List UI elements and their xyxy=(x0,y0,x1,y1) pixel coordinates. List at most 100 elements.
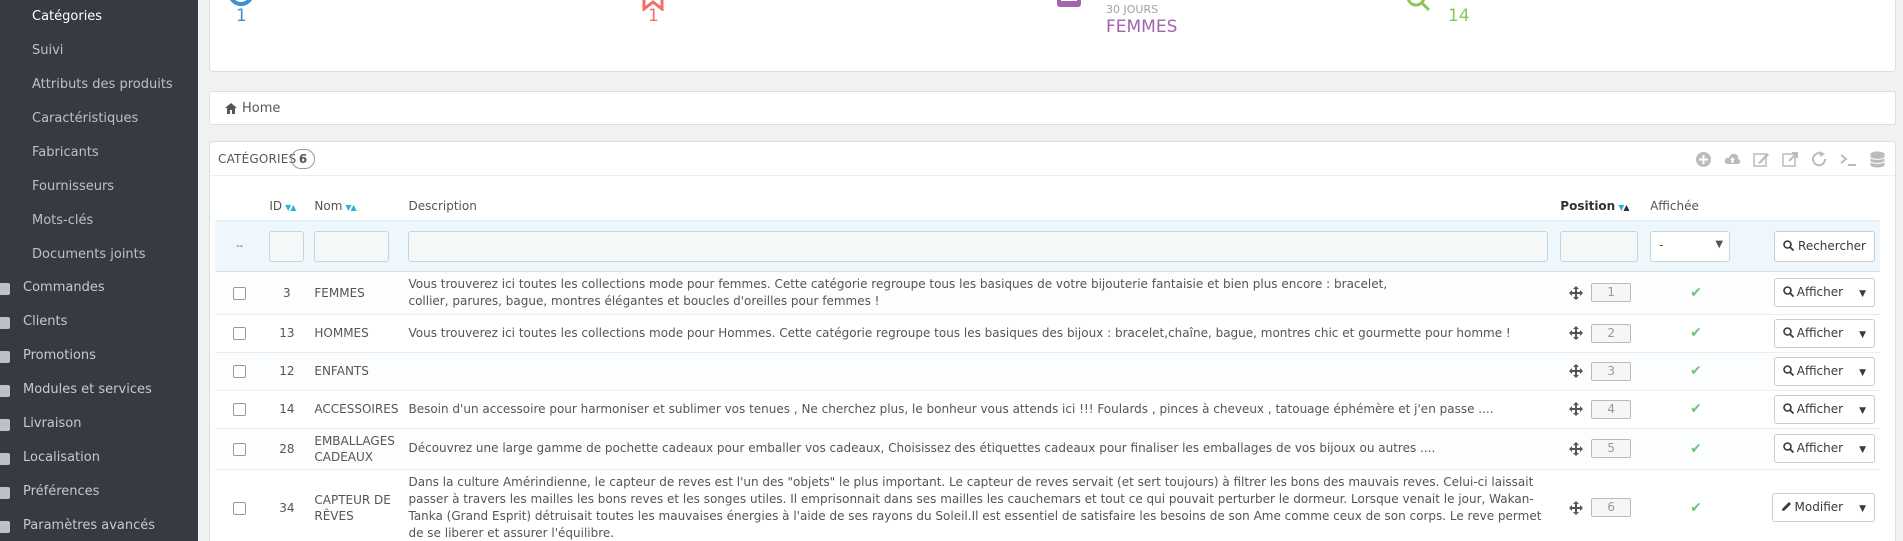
header-id[interactable]: ID ▼▲ xyxy=(264,191,310,222)
sidebar-item-suivi[interactable]: Suivi xyxy=(32,43,63,58)
sidebar-item-livraison[interactable]: Livraison xyxy=(0,408,198,442)
table-row[interactable]: 13 HOMMES Vous trouverez ici toutes les … xyxy=(215,314,1880,353)
filter-id-input[interactable] xyxy=(269,230,305,262)
check-icon[interactable]: ✔ xyxy=(1690,325,1702,341)
move-arrows-icon[interactable] xyxy=(1569,364,1584,378)
panel-header: CATÉGORIES 6 xyxy=(210,142,1895,176)
row-description xyxy=(403,352,1556,391)
move-arrows-icon[interactable] xyxy=(1569,441,1584,456)
header-name[interactable]: Nom ▼▲ xyxy=(309,191,404,222)
row-description: Vous trouverez ici toutes les collection… xyxy=(403,271,1556,315)
row-edit-button[interactable]: Modifier ▼ xyxy=(1771,493,1875,523)
sidebar-item-clients[interactable]: Clients xyxy=(0,306,198,340)
table-row[interactable]: 34 CAPTEUR DE RÊVES Dans la culture Amér… xyxy=(215,469,1880,541)
zoom-icon xyxy=(1782,364,1794,376)
filter-description-input[interactable] xyxy=(408,230,1549,262)
filter-position-input[interactable] xyxy=(1560,230,1639,262)
zoom-icon xyxy=(1782,402,1794,414)
move-arrows-icon[interactable] xyxy=(1569,402,1584,416)
sidebar-item-promotions[interactable]: Promotions xyxy=(0,340,198,374)
move-arrows-icon[interactable] xyxy=(1569,500,1584,515)
check-icon[interactable]: ✔ xyxy=(1690,401,1702,417)
globe-icon xyxy=(0,453,10,465)
row-checkbox[interactable] xyxy=(233,365,247,378)
check-icon[interactable]: ✔ xyxy=(1690,441,1702,457)
sidebar-item-modules[interactable]: Modules et services xyxy=(0,374,198,408)
caret-down-icon[interactable]: ▼ xyxy=(1851,281,1874,308)
terminal-icon[interactable] xyxy=(1840,151,1857,168)
header-select xyxy=(215,191,265,222)
row-view-button[interactable]: Afficher ▼ xyxy=(1773,394,1875,425)
row-checkbox[interactable] xyxy=(233,403,247,416)
sidebar-item-fabricants[interactable]: Fabricants xyxy=(32,145,99,160)
header-actions xyxy=(1746,191,1880,222)
breadcrumb-home-link[interactable]: Home xyxy=(242,101,280,116)
table-row[interactable]: 3 FEMMES Vous trouverez ici toutes les c… xyxy=(215,271,1880,315)
row-checkbox[interactable] xyxy=(233,327,247,340)
row-position: 4 xyxy=(1591,399,1632,419)
row-position: 1 xyxy=(1591,283,1632,302)
cloud-upload-icon[interactable] xyxy=(1724,151,1741,168)
database-icon[interactable] xyxy=(1869,151,1886,168)
row-id: 28 xyxy=(264,428,310,470)
caret-down-icon[interactable]: ▼ xyxy=(1851,398,1874,425)
caret-down-icon[interactable]: ▼ xyxy=(1851,496,1874,523)
check-icon[interactable]: ✔ xyxy=(1690,500,1702,516)
shipping-icon xyxy=(0,419,10,431)
row-checkbox[interactable] xyxy=(233,442,247,456)
table-row[interactable]: 14 ACCESSOIRES Besoin d'un accessoire po… xyxy=(215,390,1880,429)
row-checkbox[interactable] xyxy=(233,501,247,515)
sort-arrows-icon[interactable]: ▼▲ xyxy=(1618,203,1629,212)
row-view-button[interactable]: Afficher ▼ xyxy=(1773,434,1875,464)
sidebar-item-localisation[interactable]: Localisation xyxy=(0,442,198,476)
sidebar-item-parametres-avances[interactable]: Paramètres avancés xyxy=(0,510,198,541)
search-button[interactable]: Rechercher xyxy=(1774,230,1875,262)
sort-arrows-icon[interactable]: ▼▲ xyxy=(285,203,296,212)
row-view-button[interactable]: Afficher ▼ xyxy=(1773,318,1875,349)
add-icon[interactable] xyxy=(1695,151,1712,168)
kpi-value-3: FEMMES xyxy=(1106,17,1178,37)
row-checkbox[interactable] xyxy=(233,286,247,300)
filter-displayed-select[interactable]: - ▼ xyxy=(1650,230,1731,262)
kpi-value-4: 14 xyxy=(1448,6,1470,26)
table-row[interactable]: 28 EMBALLAGES CADEAUX Découvrez une larg… xyxy=(215,428,1880,470)
sidebar-item-preferences[interactable]: Préférences xyxy=(0,476,198,510)
zoom-icon xyxy=(1782,286,1794,298)
calendar-icon xyxy=(1057,0,1081,7)
move-arrows-icon[interactable] xyxy=(1569,285,1584,300)
sidebar-item-attributs[interactable]: Attributs des produits xyxy=(32,77,173,92)
table-row[interactable]: 12 ENFANTS 3 ✔ Afficher ▼ xyxy=(215,352,1880,391)
check-icon[interactable]: ✔ xyxy=(1690,363,1702,379)
sidebar-item-categories[interactable]: Catégories xyxy=(32,9,102,24)
kpi-value-1: 1 xyxy=(236,6,247,26)
sidebar-item-commandes[interactable]: Commandes xyxy=(0,272,198,306)
row-name: ACCESSOIRES xyxy=(309,390,404,429)
row-view-button[interactable]: Afficher ▼ xyxy=(1773,278,1875,308)
refresh-icon[interactable] xyxy=(1811,151,1828,168)
header-description: Description xyxy=(403,191,1556,222)
row-id: 13 xyxy=(264,314,310,353)
caret-down-icon[interactable]: ▼ xyxy=(1851,322,1874,349)
sidebar-item-caracteristiques[interactable]: Caractéristiques xyxy=(32,111,138,126)
row-description: Dans la culture Amérindienne, le capteur… xyxy=(403,469,1556,541)
sidebar-item-fournisseurs[interactable]: Fournisseurs xyxy=(32,179,114,194)
header-position[interactable]: Position ▼▲ xyxy=(1555,191,1646,222)
row-name: ENFANTS xyxy=(309,352,404,391)
check-icon[interactable]: ✔ xyxy=(1690,285,1702,301)
export-icon[interactable] xyxy=(1782,151,1799,168)
filter-dash: -- xyxy=(215,221,265,272)
move-arrows-icon[interactable] xyxy=(1569,326,1584,340)
sidebar: Catégories Suivi Attributs des produits … xyxy=(0,0,198,541)
row-name: FEMMES xyxy=(309,271,404,315)
categories-panel: CATÉGORIES 6 ID ▼▲ Nom ▼▲ Description Posi… xyxy=(209,141,1896,541)
filter-name-input[interactable] xyxy=(314,230,390,262)
sort-arrows-icon[interactable]: ▼▲ xyxy=(345,203,356,212)
sidebar-item-mots-cles[interactable]: Mots-clés xyxy=(32,213,93,228)
caret-down-icon[interactable]: ▼ xyxy=(1851,360,1874,387)
edit-icon[interactable] xyxy=(1753,151,1770,168)
breadcrumb: Home xyxy=(209,91,1896,125)
sidebar-item-documents[interactable]: Documents joints xyxy=(32,247,146,262)
cogs-icon xyxy=(0,521,10,533)
row-view-button[interactable]: Afficher ▼ xyxy=(1773,356,1875,387)
caret-down-icon[interactable]: ▼ xyxy=(1851,437,1874,464)
